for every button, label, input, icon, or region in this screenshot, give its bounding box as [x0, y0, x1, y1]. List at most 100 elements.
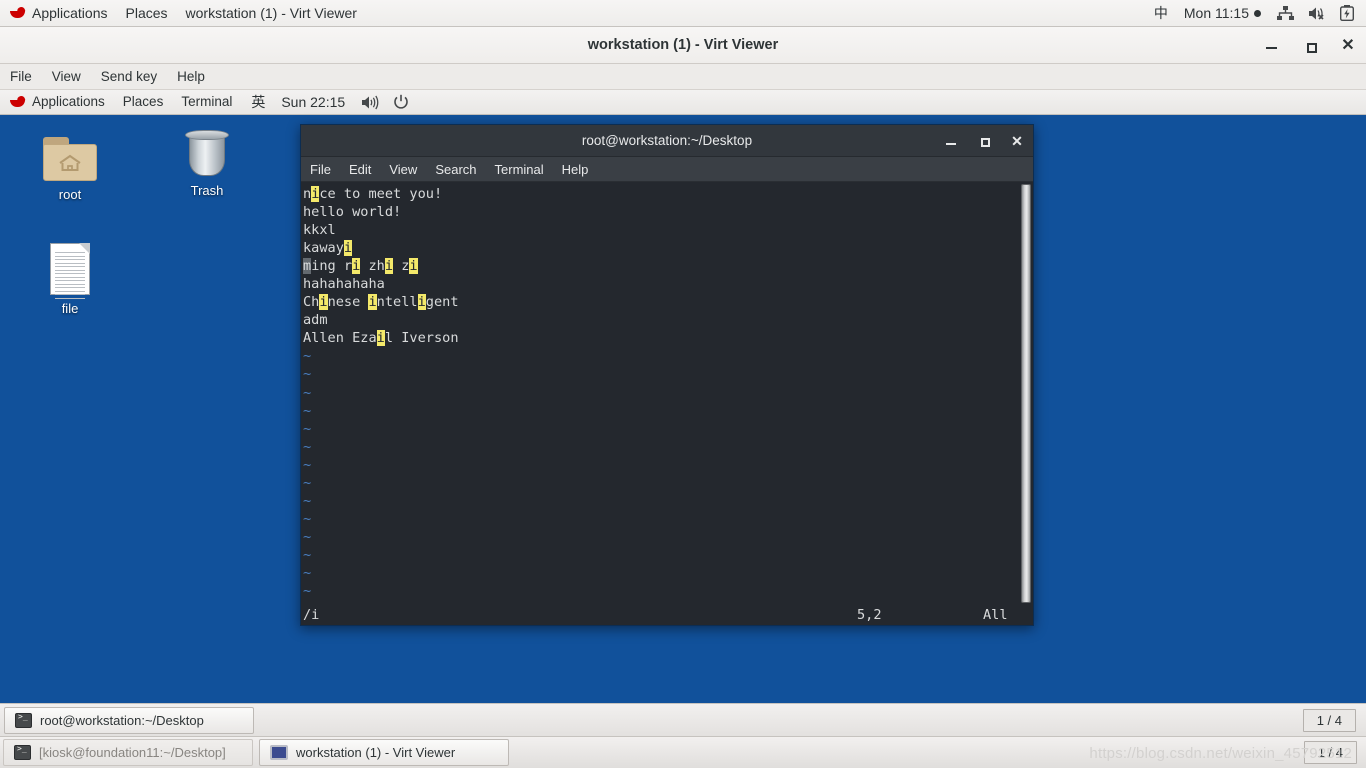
empty-line-marker: ~	[303, 528, 312, 545]
terminal-title: root@workstation:~/Desktop	[581, 133, 753, 148]
home-folder-icon	[22, 129, 118, 181]
maximize-icon[interactable]	[977, 134, 991, 148]
host-places-menu[interactable]: Places	[117, 0, 177, 26]
empty-line-marker: ~	[303, 348, 312, 365]
terminal-titlebar[interactable]: root@workstation:~/Desktop ✕	[301, 125, 1033, 157]
guest-taskbar: root@workstation:~/Desktop 1 / 4	[0, 703, 1366, 736]
terminal-line: ~	[303, 347, 1020, 365]
terminal-text: adm	[303, 312, 328, 329]
desktop-icon-file[interactable]: file	[22, 243, 118, 316]
terminal-text: ing r	[311, 258, 353, 275]
host-applications-label: Applications	[32, 5, 108, 21]
minimize-icon[interactable]	[1264, 38, 1280, 54]
guest-desktop-area[interactable]: root Trash file root@workstation:~/Deskt…	[0, 115, 1366, 703]
volume-icon[interactable]	[361, 95, 379, 110]
host-taskbar-item-kiosk-terminal[interactable]: [kiosk@foundation11:~/Desktop]	[3, 739, 253, 766]
desktop-icon-label: file	[61, 301, 79, 316]
search-match-highlight: i	[368, 294, 377, 311]
empty-line-marker: ~	[303, 510, 312, 527]
search-match-highlight: i	[319, 294, 328, 311]
empty-line-marker: ~	[303, 546, 312, 563]
terminal-line: Chinese intelligent	[303, 293, 1020, 311]
terminal-line: ~	[303, 420, 1020, 438]
vv-menu-help[interactable]: Help	[167, 64, 215, 90]
terminal-menu-search[interactable]: Search	[426, 157, 485, 182]
host-ime-indicator[interactable]: 中	[1144, 3, 1178, 23]
host-workspace-indicator[interactable]: 1 / 4	[1303, 741, 1357, 764]
vim-buffer-text[interactable]: nice to meet you! hello world! kkxl kawayi m…	[301, 182, 1020, 605]
volume-muted-icon[interactable]	[1308, 6, 1326, 21]
terminal-line: Allen Ezail Iverson	[303, 329, 1020, 347]
redhat-logo-icon	[9, 7, 26, 20]
empty-line-marker: ~	[303, 492, 312, 509]
guest-vm-screen: Applications Places Terminal 英 Sun 22:15	[0, 90, 1366, 736]
empty-line-marker: ~	[303, 474, 312, 491]
host-applications-menu[interactable]: Applications	[0, 0, 117, 26]
host-taskbar-item-label: [kiosk@foundation11:~/Desktop]	[39, 745, 226, 760]
terminal-icon	[15, 712, 32, 728]
virt-viewer-title: workstation (1) - Virt Viewer	[587, 37, 779, 53]
terminal-menu-file[interactable]: File	[301, 157, 340, 182]
host-taskbar-item-virt-viewer[interactable]: workstation (1) - Virt Viewer	[259, 739, 509, 766]
desktop-icon-trash[interactable]: Trash	[159, 125, 255, 198]
guest-workspace-indicator[interactable]: 1 / 4	[1302, 708, 1356, 732]
scrollbar-thumb[interactable]	[1021, 184, 1031, 603]
vv-menu-file[interactable]: File	[0, 64, 42, 90]
terminal-menu-view[interactable]: View	[380, 157, 426, 182]
guest-applications-menu[interactable]: Applications	[0, 90, 114, 114]
vv-menu-view[interactable]: View	[42, 64, 91, 90]
desktop-icon-label: Trash	[190, 183, 224, 198]
battery-icon[interactable]	[1340, 5, 1354, 21]
terminal-line: ~	[303, 438, 1020, 456]
trash-icon	[159, 125, 255, 177]
host-active-window-title[interactable]: workstation (1) - Virt Viewer	[177, 0, 366, 26]
minimize-icon[interactable]	[944, 134, 958, 148]
vim-cursor-position: 5,2	[857, 607, 882, 623]
maximize-icon[interactable]	[1302, 38, 1318, 54]
guest-ime-indicator[interactable]: 英	[241, 92, 275, 112]
terminal-line: kkxl	[303, 221, 1020, 239]
terminal-window: root@workstation:~/Desktop ✕ File Edit V…	[300, 124, 1034, 626]
search-match-highlight: i	[417, 294, 426, 311]
terminal-menu-help[interactable]: Help	[553, 157, 598, 182]
close-icon[interactable]: ✕	[1340, 37, 1356, 54]
virt-viewer-menubar: File View Send key Help	[0, 64, 1366, 90]
desktop-icon-root[interactable]: root	[22, 129, 118, 202]
text-cursor: m	[303, 258, 312, 275]
desktop-icon-label: root	[58, 187, 82, 202]
terminal-line: kawayi	[303, 239, 1020, 257]
host-clock[interactable]: Mon 11:15	[1178, 5, 1267, 21]
empty-line-marker: ~	[303, 402, 312, 419]
guest-system-tray	[351, 94, 421, 110]
guest-taskbar-item-label: root@workstation:~/Desktop	[40, 712, 204, 728]
guest-clock[interactable]: Sun 22:15	[275, 94, 351, 110]
terminal-text: l Iverson	[384, 330, 459, 347]
guest-taskbar-item-terminal[interactable]: root@workstation:~/Desktop	[4, 706, 254, 734]
terminal-menu-terminal[interactable]: Terminal	[486, 157, 553, 182]
vv-menu-send-key[interactable]: Send key	[91, 64, 167, 90]
terminal-line: ~	[303, 456, 1020, 474]
terminal-text: ce to meet you!	[319, 186, 443, 202]
terminal-line: ~	[303, 546, 1020, 564]
search-match-highlight: i	[384, 258, 394, 275]
terminal-text: hahahahaha	[303, 276, 385, 293]
terminal-text: zh	[360, 258, 385, 275]
empty-line-marker: ~	[303, 420, 312, 437]
terminal-scrollbar[interactable]	[1020, 182, 1033, 605]
empty-line-marker: ~	[303, 384, 312, 401]
terminal-line: adm	[303, 311, 1020, 329]
terminal-line: ~	[303, 492, 1020, 510]
guest-places-menu[interactable]: Places	[114, 90, 173, 114]
guest-terminal-menu[interactable]: Terminal	[172, 90, 241, 114]
virt-viewer-titlebar[interactable]: workstation (1) - Virt Viewer ✕	[0, 27, 1366, 64]
close-icon[interactable]: ✕	[1010, 134, 1024, 148]
empty-line-marker: ~	[303, 583, 312, 600]
network-icon[interactable]	[1277, 5, 1294, 21]
search-match-highlight: i	[409, 258, 418, 275]
document-icon	[22, 243, 118, 299]
terminal-body[interactable]: nice to meet you! hello world! kkxl kawayi m…	[301, 182, 1033, 605]
power-icon[interactable]	[393, 94, 409, 110]
terminal-menu-edit[interactable]: Edit	[340, 157, 380, 182]
search-match-highlight: i	[376, 330, 385, 347]
empty-line-marker: ~	[303, 438, 312, 455]
